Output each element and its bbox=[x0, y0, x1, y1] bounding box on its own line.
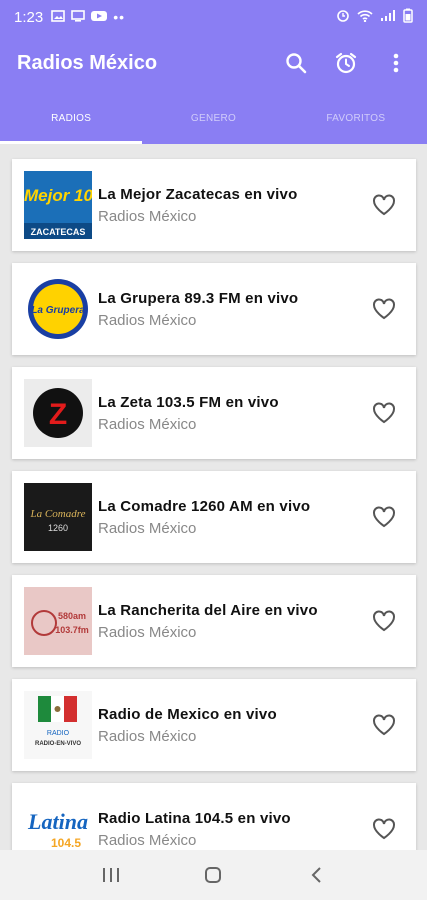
station-card[interactable]: RADIO RADIO-EN-VIVO Radio de Mexico en v… bbox=[12, 679, 416, 771]
station-logo: La Grupera bbox=[24, 275, 92, 343]
favorite-button[interactable] bbox=[364, 393, 404, 433]
screen-icon bbox=[71, 9, 86, 26]
recents-icon bbox=[103, 868, 120, 882]
youtube-icon bbox=[91, 9, 108, 26]
tab-genero[interactable]: GENERO bbox=[142, 92, 284, 144]
station-card[interactable]: La Mejor 107.1 ZACATECAS La Mejor Zacate… bbox=[12, 159, 416, 251]
back-button[interactable] bbox=[296, 855, 336, 895]
alarm-status-icon bbox=[336, 8, 350, 26]
home-button[interactable] bbox=[193, 855, 233, 895]
home-icon bbox=[205, 867, 222, 883]
more-notifications-icon: •• bbox=[113, 9, 126, 25]
station-card[interactable]: Z La Zeta 103.5 FM en vivo Radios México bbox=[12, 367, 416, 459]
favorite-button[interactable] bbox=[364, 497, 404, 537]
heart-outline-icon bbox=[373, 298, 395, 320]
tab-bar: RADIOS GENERO FAVORITOS bbox=[0, 92, 427, 144]
station-subtitle: Radios México bbox=[98, 623, 197, 641]
station-subtitle: Radios México bbox=[98, 311, 197, 329]
heart-outline-icon bbox=[373, 194, 395, 216]
station-name: La Mejor Zacatecas en vivo bbox=[98, 185, 298, 203]
app-title: Radios México bbox=[17, 51, 158, 74]
station-subtitle: Radios México bbox=[98, 415, 197, 433]
station-card[interactable]: 580am 103.7fm La Rancherita del Aire en … bbox=[12, 575, 416, 667]
heart-outline-icon bbox=[373, 610, 395, 632]
logo-text: Z bbox=[49, 398, 67, 431]
heart-outline-icon bbox=[373, 714, 395, 736]
svg-text:103.7fm: 103.7fm bbox=[55, 625, 89, 635]
station-list[interactable]: La Mejor 107.1 ZACATECAS La Mejor Zacate… bbox=[0, 144, 427, 850]
favorite-button[interactable] bbox=[364, 289, 404, 329]
favorite-button[interactable] bbox=[364, 601, 404, 641]
station-name: La Grupera 89.3 FM en vivo bbox=[98, 289, 299, 307]
tab-radios[interactable]: RADIOS bbox=[0, 92, 143, 144]
station-name: La Comadre 1260 AM en vivo bbox=[98, 497, 311, 515]
favorite-button[interactable] bbox=[364, 705, 404, 745]
favorite-button[interactable] bbox=[364, 809, 404, 849]
status-bar: 1:23 •• bbox=[0, 0, 427, 34]
svg-text:RADIO-EN-VIVO: RADIO-EN-VIVO bbox=[35, 741, 81, 747]
station-name: La Zeta 103.5 FM en vivo bbox=[98, 393, 279, 411]
favorite-button[interactable] bbox=[364, 185, 404, 225]
station-name: Radio Latina 104.5 en vivo bbox=[98, 809, 291, 827]
station-logo: La Comadre 1260 bbox=[24, 483, 92, 551]
heart-outline-icon bbox=[373, 818, 395, 840]
signal-icon bbox=[380, 9, 396, 26]
station-logo: Latina 104.5 bbox=[24, 795, 92, 850]
station-subtitle: Radios México bbox=[98, 519, 197, 537]
app-bar: Radios México bbox=[0, 34, 427, 92]
station-subtitle: Radios México bbox=[98, 831, 197, 849]
station-subtitle: Radios México bbox=[98, 727, 197, 745]
alarm-button[interactable] bbox=[332, 49, 360, 77]
back-icon bbox=[311, 867, 321, 883]
logo-text: Latina bbox=[27, 809, 88, 834]
station-logo: La Mejor 107.1 ZACATECAS bbox=[24, 171, 92, 239]
station-name: La Rancherita del Aire en vivo bbox=[98, 601, 318, 619]
logo-text: 580am bbox=[58, 611, 86, 621]
svg-text:104.5: 104.5 bbox=[51, 836, 81, 850]
station-name: Radio de Mexico en vivo bbox=[98, 705, 277, 723]
station-card[interactable]: La Comadre 1260 La Comadre 1260 AM en vi… bbox=[12, 471, 416, 563]
more-options-button[interactable] bbox=[382, 49, 410, 77]
search-button[interactable] bbox=[282, 49, 310, 77]
heart-outline-icon bbox=[373, 506, 395, 528]
alarm-icon bbox=[335, 52, 357, 74]
tab-favoritos[interactable]: FAVORITOS bbox=[285, 92, 427, 144]
svg-text:ZACATECAS: ZACATECAS bbox=[31, 227, 86, 237]
station-logo: 580am 103.7fm bbox=[24, 587, 92, 655]
notification-icons: •• bbox=[51, 9, 125, 26]
logo-text: La Comadre bbox=[30, 508, 86, 520]
logo-text: La Grupera bbox=[31, 305, 85, 316]
station-card[interactable]: Latina 104.5 Radio Latina 104.5 en vivo … bbox=[12, 783, 416, 850]
recents-button[interactable] bbox=[91, 855, 131, 895]
status-time: 1:23 bbox=[14, 8, 44, 26]
search-icon bbox=[286, 53, 307, 74]
logo-text: La Mejor 107.1 bbox=[24, 186, 92, 205]
wifi-icon bbox=[357, 9, 373, 26]
svg-text:1260: 1260 bbox=[48, 523, 68, 533]
battery-icon bbox=[403, 8, 413, 27]
logo-text: RADIO bbox=[47, 730, 70, 737]
more-vertical-icon bbox=[393, 53, 399, 73]
gallery-icon bbox=[51, 9, 66, 26]
station-subtitle: Radios México bbox=[98, 207, 197, 225]
heart-outline-icon bbox=[373, 402, 395, 424]
station-card[interactable]: La Grupera La Grupera 89.3 FM en vivo Ra… bbox=[12, 263, 416, 355]
station-logo: RADIO RADIO-EN-VIVO bbox=[24, 691, 92, 759]
station-logo: Z bbox=[24, 379, 92, 447]
system-nav-bar bbox=[0, 850, 427, 900]
